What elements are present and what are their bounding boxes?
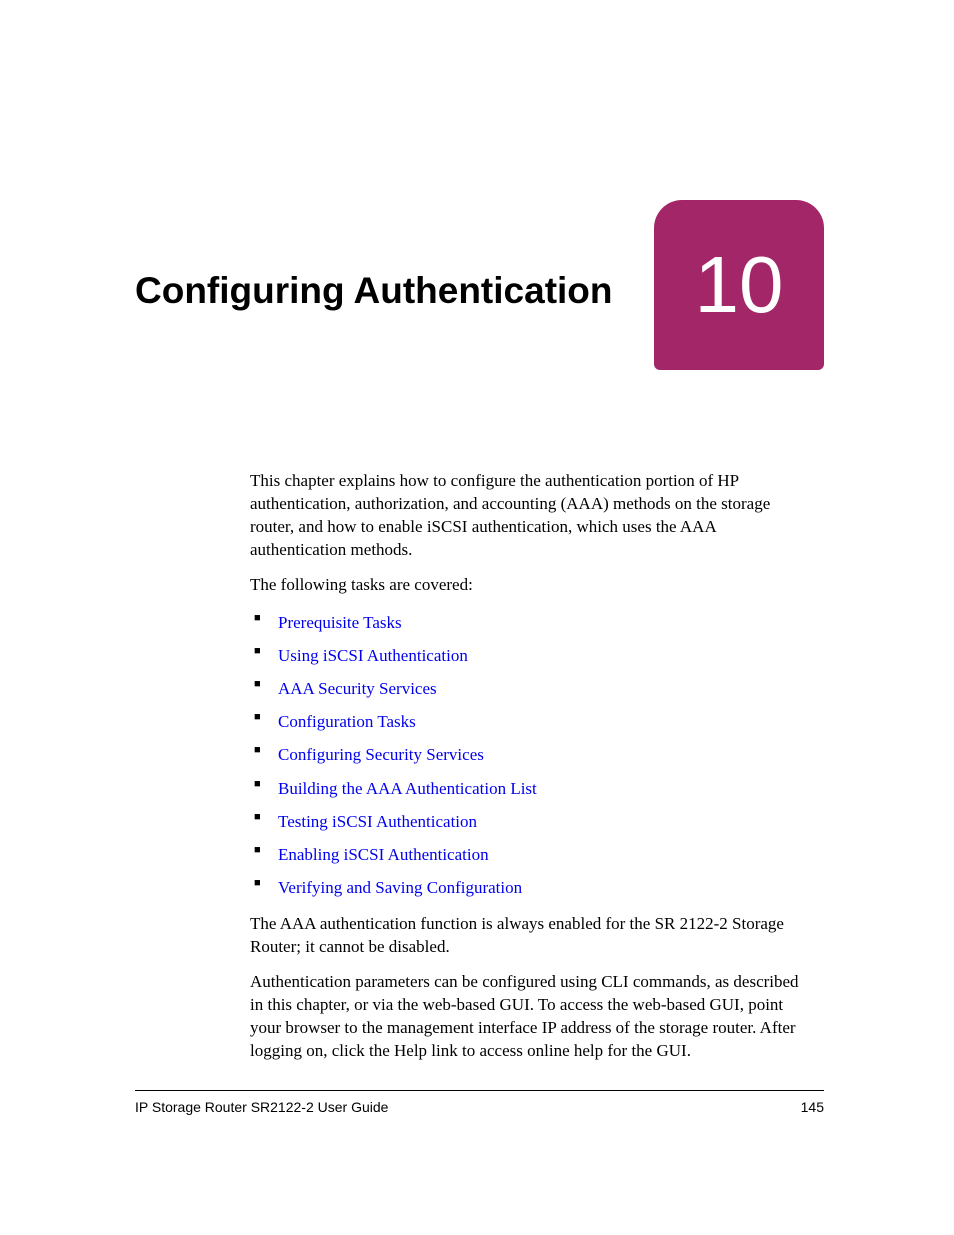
list-item: Verifying and Saving Configuration xyxy=(250,874,814,901)
list-item: Configuration Tasks xyxy=(250,708,814,735)
list-item: Testing iSCSI Authentication xyxy=(250,808,814,835)
task-link-verifying[interactable]: Verifying and Saving Configuration xyxy=(278,878,522,897)
intro-paragraph: This chapter explains how to configure t… xyxy=(250,470,814,562)
tasks-lead: The following tasks are covered: xyxy=(250,574,814,597)
footer-page-number: 145 xyxy=(801,1099,824,1115)
task-link-config-tasks[interactable]: Configuration Tasks xyxy=(278,712,416,731)
auth-params-paragraph: Authentication parameters can be configu… xyxy=(250,971,814,1063)
chapter-title: Configuring Authentication xyxy=(135,270,613,312)
list-item: Prerequisite Tasks xyxy=(250,609,814,636)
list-item: Building the AAA Authentication List xyxy=(250,775,814,802)
chapter-number: 10 xyxy=(695,239,784,331)
task-link-aaa-services[interactable]: AAA Security Services xyxy=(278,679,437,698)
task-link-prerequisite[interactable]: Prerequisite Tasks xyxy=(278,613,402,632)
list-item: AAA Security Services xyxy=(250,675,814,702)
list-item: Using iSCSI Authentication xyxy=(250,642,814,669)
body-content: This chapter explains how to configure t… xyxy=(250,470,814,1063)
footer-doc-title: IP Storage Router SR2122-2 User Guide xyxy=(135,1099,388,1115)
chapter-header: Configuring Authentication 10 xyxy=(135,200,824,370)
task-link-using-iscsi[interactable]: Using iSCSI Authentication xyxy=(278,646,468,665)
aaa-note-paragraph: The AAA authentication function is alway… xyxy=(250,913,814,959)
task-link-enabling-iscsi[interactable]: Enabling iSCSI Authentication xyxy=(278,845,489,864)
task-link-testing-iscsi[interactable]: Testing iSCSI Authentication xyxy=(278,812,477,831)
task-list: Prerequisite Tasks Using iSCSI Authentic… xyxy=(250,609,814,902)
page-footer: IP Storage Router SR2122-2 User Guide 14… xyxy=(135,1090,824,1115)
list-item: Configuring Security Services xyxy=(250,741,814,768)
document-page: Configuring Authentication 10 This chapt… xyxy=(0,0,954,1235)
list-item: Enabling iSCSI Authentication xyxy=(250,841,814,868)
chapter-number-tab: 10 xyxy=(654,200,824,370)
task-link-config-security[interactable]: Configuring Security Services xyxy=(278,745,484,764)
task-link-building-aaa[interactable]: Building the AAA Authentication List xyxy=(278,779,537,798)
